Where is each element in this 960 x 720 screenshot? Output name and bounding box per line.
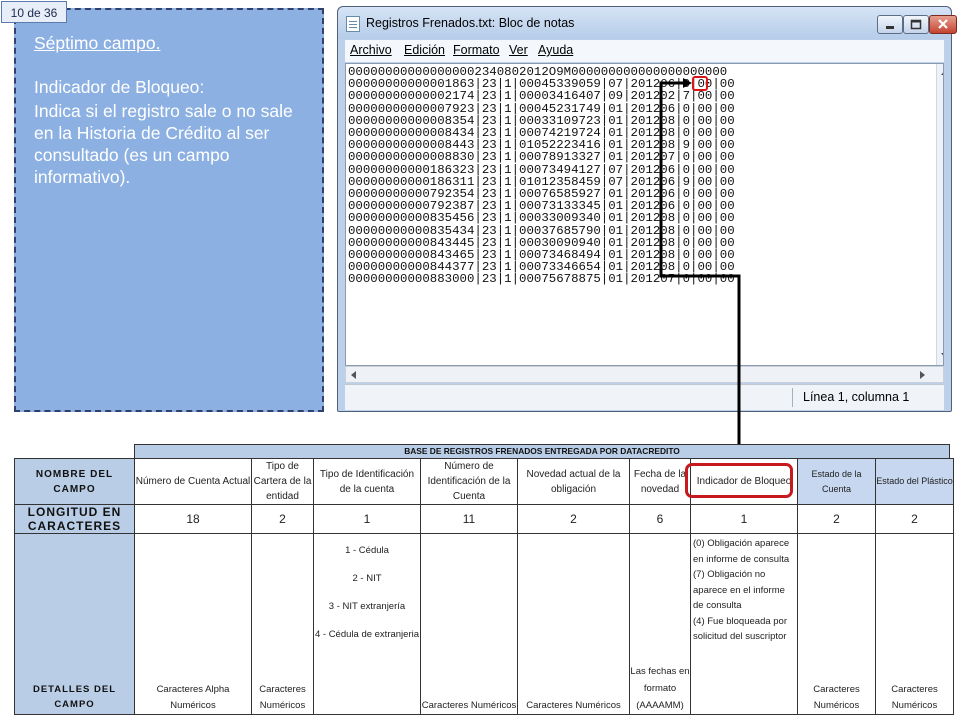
tipo-id-option: 4 - Cédula de extranjeria (314, 629, 420, 640)
menu-archivo[interactable]: Archivo (350, 43, 392, 57)
minimize-button[interactable] (877, 15, 903, 34)
col-name-cuenta: Número de Cuenta Actual (134, 458, 252, 505)
details-bloqueo: (0) Obligación aparece en informe de con… (690, 533, 798, 715)
length-fecha: 6 (629, 504, 691, 534)
col-name-numero-id: Número de Identificación de la Cuenta (420, 458, 518, 505)
cursor-position-status: Línea 1, columna 1 (803, 390, 910, 404)
col-name-novedad: Novedad actual de la obligación (517, 458, 630, 505)
col-name-cartera: Tipo de Cartera de la entidad (251, 458, 314, 505)
tipo-id-option: 3 - NIT extranjería (328, 601, 406, 612)
details-fecha: Las fechas en formato (AAAAMM) (629, 533, 691, 715)
status-bar: Línea 1, columna 1 (345, 384, 944, 410)
scroll-left-arrow-icon[interactable] (351, 371, 356, 379)
length-cartera: 2 (251, 504, 314, 534)
maximize-button[interactable] (903, 15, 929, 34)
maximize-icon (910, 19, 922, 30)
details-cartera: Caracteres Numéricos (251, 533, 314, 715)
length-estado-cuenta: 2 (797, 504, 876, 534)
window-title: Registros Frenados.txt: Bloc de notas (366, 16, 575, 30)
panel-body: Indica si el registro sale o no sale en … (34, 101, 293, 187)
bloqueo-value-highlight (692, 76, 708, 91)
menu-formato[interactable]: Formato (453, 43, 500, 57)
fields-table: NOMBRE DEL CAMPO Número de Cuenta Actual… (14, 458, 954, 715)
details-numero-id: Caracteres Numéricos (420, 533, 518, 715)
status-separator (792, 388, 793, 407)
menu-ver[interactable]: Ver (509, 43, 528, 57)
slide-counter: 10 de 36 (1, 1, 67, 23)
menu-bar: Archivo Edición Formato Ver Ayuda (345, 40, 944, 62)
length-novedad: 2 (517, 504, 630, 534)
panel-subtitle: Indicador de Bloqueo: (34, 77, 205, 97)
close-button[interactable] (929, 15, 957, 34)
vertical-scrollbar[interactable] (936, 64, 943, 365)
info-panel: Séptimo campo. Indicador de Bloqueo: Ind… (14, 8, 324, 412)
row-label-name: NOMBRE DEL CAMPO (14, 458, 135, 505)
row-label-length: LONGITUD EN CARACTERES (14, 504, 135, 534)
scroll-right-arrow-icon[interactable] (920, 371, 925, 379)
details-tipo-id: 1 - Cédula 2 - NIT 3 - NIT extranjería 4… (313, 533, 421, 715)
details-cuenta: Caracteres Alpha Numéricos (134, 533, 252, 715)
bloqueo-column-highlight (685, 463, 793, 498)
length-tipo-id: 1 (313, 504, 421, 534)
bloqueo-option: (0) Obligación aparece en informe de con… (693, 538, 790, 565)
length-cuenta: 18 (134, 504, 252, 534)
window-titlebar[interactable]: Registros Frenados.txt: Bloc de notas (338, 7, 957, 39)
length-bloqueo: 1 (690, 504, 798, 534)
close-icon (938, 19, 948, 29)
file-content: 000000000000000002340802012O9M0000000000… (348, 65, 735, 287)
scroll-up-arrow-icon[interactable] (941, 70, 943, 75)
col-name-tipo-id: Tipo de Identificación de la cuenta (313, 458, 421, 505)
length-numero-id: 11 (420, 504, 518, 534)
horizontal-scrollbar[interactable] (345, 366, 944, 383)
tipo-id-option: 1 - Cédula (345, 545, 389, 556)
notepad-window: Registros Frenados.txt: Bloc de notas Ar… (337, 6, 957, 412)
menu-edicion[interactable]: Edición (404, 43, 445, 57)
details-novedad: Caracteres Numéricos (517, 533, 630, 715)
length-estado-plastico: 2 (875, 504, 954, 534)
details-estado-plastico: Caracteres Numéricos (875, 533, 954, 715)
scroll-down-arrow-icon[interactable] (941, 353, 943, 358)
menu-ayuda[interactable]: Ayuda (538, 43, 573, 57)
notepad-app-icon (346, 16, 360, 32)
col-name-estado-cuenta: Estado de la Cuenta (797, 458, 876, 505)
table-header-bar: BASE DE REGISTROS FRENADOS ENTREGADA POR… (134, 444, 950, 459)
details-estado-cuenta: Caracteres Numéricos (797, 533, 876, 715)
panel-title: Séptimo campo. (34, 33, 161, 53)
minimize-icon (886, 26, 894, 29)
tipo-id-option: 2 - NIT (352, 573, 382, 584)
col-name-fecha: Fecha de la novedad (629, 458, 691, 505)
bloqueo-option: (4) Fue bloqueada por solicitud del susc… (693, 615, 788, 643)
bloqueo-option: (7) Obligación no aparece en el informe … (693, 569, 785, 611)
col-name-estado-plastico: Estado del Plástico (875, 458, 954, 505)
text-editor-area[interactable]: 000000000000000002340802012O9M0000000000… (345, 63, 944, 366)
row-label-details: DETALLES DEL CAMPO (14, 533, 135, 715)
